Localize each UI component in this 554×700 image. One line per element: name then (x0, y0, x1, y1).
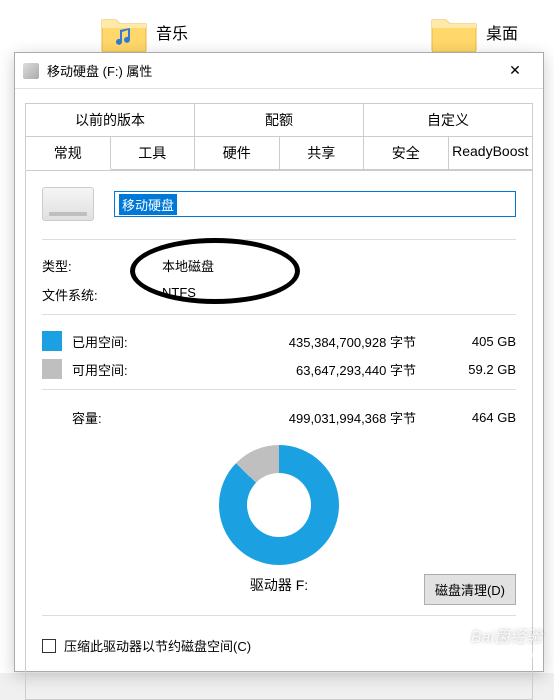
folder-icon (430, 12, 478, 52)
titlebar: 移动硬盘 (F:) 属性 ✕ (15, 53, 543, 89)
capacity-bytes: 499,031,994,368 字节 (162, 408, 446, 427)
folder-icon (100, 12, 148, 52)
tab-customize[interactable]: 自定义 (364, 103, 533, 137)
divider (42, 615, 516, 616)
tab-content-general: 移动硬盘 类型: 本地磁盘 文件系统: NTFS 已用空间: 435,384,7… (25, 170, 533, 700)
dialog-title: 移动硬盘 (F:) 属性 (47, 61, 495, 80)
tab-readyboost[interactable]: ReadyBoost (449, 136, 534, 170)
drive-icon (42, 187, 94, 221)
capacity-label: 容量: (72, 408, 162, 427)
drive-caption: 驱动器 F: (250, 575, 308, 595)
used-space-swatch (42, 331, 62, 351)
folder-label: 音乐 (156, 20, 188, 44)
free-space-label: 可用空间: (72, 360, 162, 379)
tab-tools[interactable]: 工具 (111, 136, 196, 170)
watermark-sub: jingyan.baidu.com (461, 650, 542, 661)
type-value: 本地磁盘 (162, 256, 214, 275)
tab-sharing[interactable]: 共享 (280, 136, 365, 170)
divider (42, 389, 516, 390)
folder-desktop[interactable]: 桌面 (430, 12, 518, 52)
tab-hardware[interactable]: 硬件 (195, 136, 280, 170)
tabs-row-1: 以前的版本 配额 自定义 (15, 103, 543, 137)
capacity-gb: 464 GB (446, 410, 516, 425)
type-label: 类型: (42, 256, 142, 275)
folder-music[interactable]: 音乐 (100, 12, 188, 52)
used-space-bytes: 435,384,700,928 字节 (162, 332, 446, 351)
used-space-label: 已用空间: (72, 332, 162, 351)
tab-quota[interactable]: 配额 (195, 103, 364, 137)
disk-cleanup-button[interactable]: 磁盘清理(D) (424, 574, 516, 605)
drive-name-input[interactable]: 移动硬盘 (114, 191, 516, 217)
compress-label: 压缩此驱动器以节约磁盘空间(C) (64, 636, 251, 655)
divider (42, 314, 516, 315)
divider (42, 239, 516, 240)
close-button[interactable]: ✕ (495, 56, 535, 86)
free-space-bytes: 63,647,293,440 字节 (162, 360, 446, 379)
properties-dialog: 移动硬盘 (F:) 属性 ✕ 以前的版本 配额 自定义 常规 工具 硬件 共享 … (14, 52, 544, 672)
free-space-gb: 59.2 GB (446, 362, 516, 377)
free-space-swatch (42, 359, 62, 379)
close-icon: ✕ (509, 62, 521, 79)
tab-previous-versions[interactable]: 以前的版本 (25, 103, 195, 137)
drive-small-icon (23, 63, 39, 79)
used-space-gb: 405 GB (446, 334, 516, 349)
drive-name-value: 移动硬盘 (119, 194, 177, 215)
tabs-row-2: 常规 工具 硬件 共享 安全 ReadyBoost (15, 136, 543, 170)
tab-security[interactable]: 安全 (364, 136, 449, 170)
tab-general[interactable]: 常规 (25, 136, 111, 170)
folder-label: 桌面 (486, 20, 518, 44)
filesystem-value: NTFS (162, 285, 196, 304)
compress-checkbox[interactable] (42, 639, 56, 653)
filesystem-label: 文件系统: (42, 285, 142, 304)
disk-usage-donut-chart (219, 445, 339, 565)
